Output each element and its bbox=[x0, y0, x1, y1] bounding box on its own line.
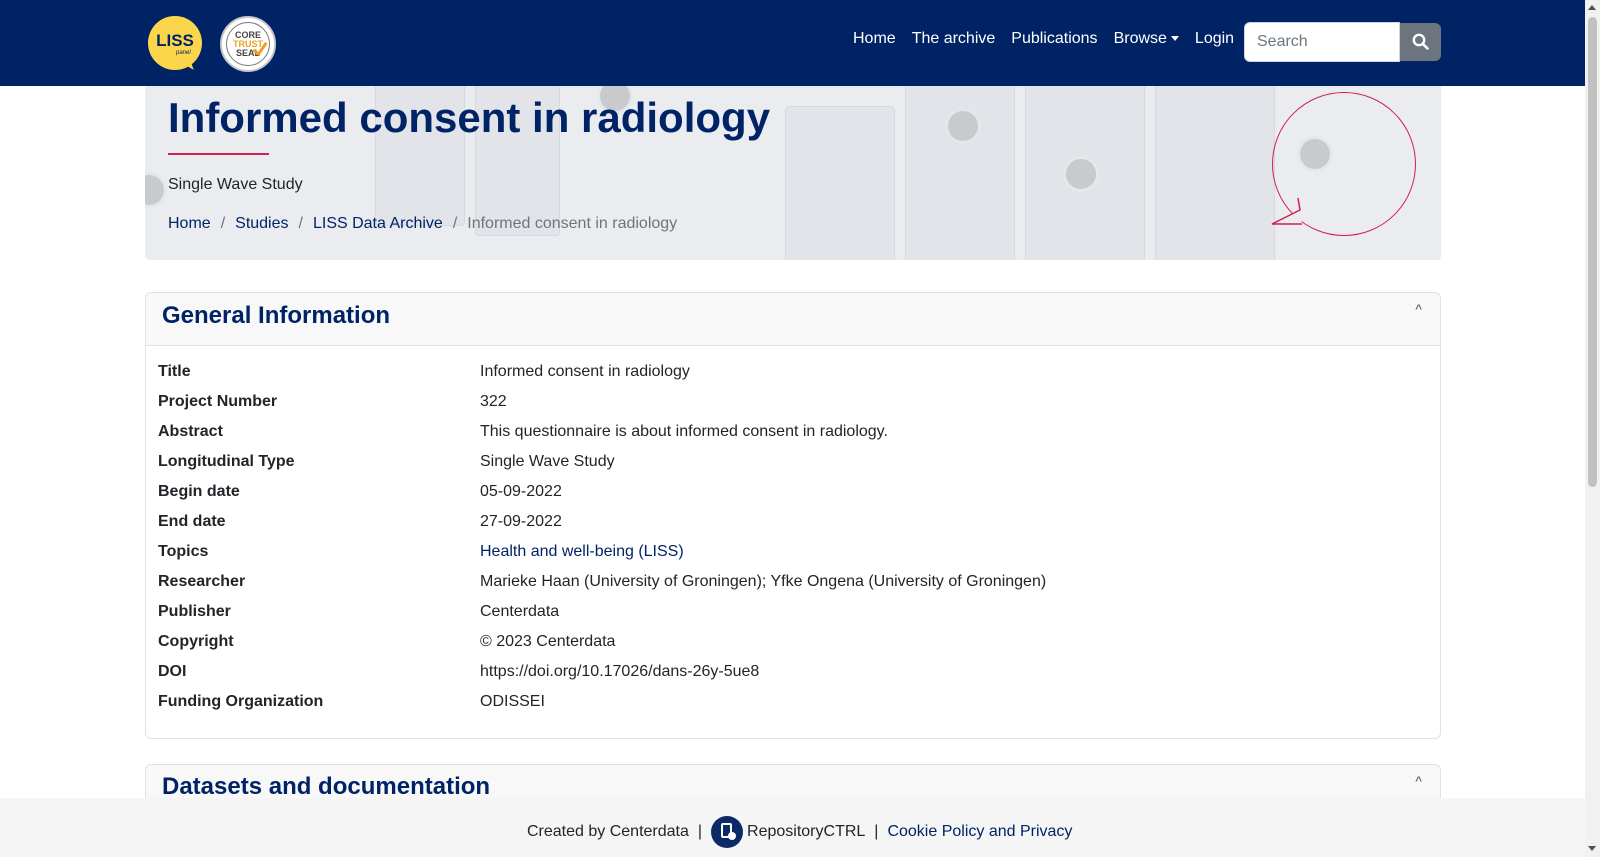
breadcrumb: Home / Studies / LISS Data Archive / Inf… bbox=[168, 215, 677, 233]
datasets-documentation-title: Datasets and documentation bbox=[162, 773, 491, 800]
general-information-card: General Information ^ Title Informed con… bbox=[145, 292, 1441, 739]
breadcrumb-liss-data-archive[interactable]: LISS Data Archive bbox=[313, 215, 443, 233]
info-key: Title bbox=[158, 363, 191, 380]
nav-browse-label: Browse bbox=[1113, 30, 1167, 47]
info-row-doi: DOI https://doi.org/10.17026/dans-26y-5u… bbox=[158, 658, 1428, 688]
info-key: Project Number bbox=[158, 393, 278, 410]
general-information-title: General Information bbox=[162, 302, 391, 329]
info-key: Begin date bbox=[158, 483, 240, 500]
info-value: ODISSEI bbox=[480, 693, 545, 710]
scroll-up-arrow-icon[interactable] bbox=[1588, 5, 1596, 10]
page-header-band: Informed consent in radiology Single Wav… bbox=[145, 86, 1441, 260]
info-value: Informed consent in radiology bbox=[480, 363, 690, 380]
info-row-begin-date: Begin date 05-09-2022 bbox=[158, 478, 1428, 508]
page-subtitle: Single Wave Study bbox=[168, 176, 303, 193]
nav-links: Home The archive Publications Browse Log… bbox=[853, 30, 1250, 48]
footer: Created by Centerdata | RepositoryCTRL |… bbox=[0, 798, 1585, 857]
footer-separator: | bbox=[697, 823, 703, 840]
breadcrumb-separator: / bbox=[452, 215, 458, 232]
info-value: © 2023 Centerdata bbox=[480, 633, 616, 650]
navbar: LISS panel CORE TRUST SEAL Home The arch… bbox=[0, 0, 1585, 86]
info-row-researcher: Researcher Marieke Haan (University of G… bbox=[158, 568, 1428, 598]
background-folder bbox=[785, 106, 895, 260]
background-dot bbox=[1063, 156, 1099, 192]
info-key: Longitudinal Type bbox=[158, 453, 295, 470]
nav-publications[interactable]: Publications bbox=[1011, 30, 1097, 48]
info-row-copyright: Copyright © 2023 Centerdata bbox=[158, 628, 1428, 658]
footer-separator: | bbox=[874, 823, 879, 840]
seal-line-seal: SEAL bbox=[235, 48, 260, 58]
info-row-abstract: Abstract This questionnaire is about inf… bbox=[158, 418, 1428, 448]
general-information-table: Title Informed consent in radiology Proj… bbox=[158, 358, 1428, 718]
info-row-topics: Topics Health and well-being (LISS) bbox=[158, 538, 1428, 568]
general-information-header[interactable]: General Information ^ bbox=[146, 293, 1440, 346]
info-key: Topics bbox=[158, 543, 209, 560]
liss-logo-text: LISS bbox=[156, 31, 194, 50]
liss-logo-subtext: panel bbox=[176, 50, 191, 56]
info-key: Publisher bbox=[158, 603, 231, 620]
scroll-down-arrow-icon[interactable] bbox=[1588, 846, 1596, 851]
info-value: Marieke Haan (University of Groningen); … bbox=[480, 573, 1047, 590]
breadcrumb-current: Informed consent in radiology bbox=[467, 215, 678, 232]
scrollbar-thumb[interactable] bbox=[1588, 17, 1597, 487]
breadcrumb-separator: / bbox=[220, 215, 226, 232]
info-value: 05-09-2022 bbox=[480, 483, 562, 500]
background-folder bbox=[1155, 86, 1275, 260]
footer-product[interactable]: RepositoryCTRL bbox=[747, 823, 865, 841]
info-value: 27-09-2022 bbox=[480, 513, 562, 530]
info-row-funding-organization: Funding Organization ODISSEI bbox=[158, 688, 1428, 718]
cookie-policy-link[interactable]: Cookie Policy and Privacy bbox=[887, 823, 1072, 841]
title-underline bbox=[168, 153, 269, 155]
info-key: Funding Organization bbox=[158, 693, 324, 710]
breadcrumb-separator: / bbox=[298, 215, 303, 232]
repositoryctrl-icon bbox=[711, 816, 744, 848]
info-row-title: Title Informed consent in radiology bbox=[158, 358, 1428, 388]
info-row-publisher: Publisher Centerdata bbox=[158, 598, 1428, 628]
search-icon bbox=[1412, 33, 1429, 50]
info-row-project-number: Project Number 322 bbox=[158, 388, 1428, 418]
speech-bubble-tail bbox=[1271, 197, 1302, 225]
info-row-end-date: End date 27-09-2022 bbox=[158, 508, 1428, 538]
info-key: Researcher bbox=[158, 573, 246, 590]
nav-browse-dropdown[interactable]: Browse bbox=[1114, 30, 1179, 48]
search-button[interactable] bbox=[1400, 23, 1441, 61]
footer-content: Created by Centerdata | RepositoryCTRL |… bbox=[527, 816, 1072, 848]
info-value: Single Wave Study bbox=[480, 453, 615, 470]
info-value: Centerdata bbox=[480, 603, 560, 620]
nav-the-archive[interactable]: The archive bbox=[912, 30, 996, 48]
topic-link[interactable]: Health and well-being (LISS) bbox=[480, 543, 684, 561]
breadcrumb-studies[interactable]: Studies bbox=[235, 215, 288, 233]
info-value: This questionnaire is about informed con… bbox=[480, 423, 888, 440]
breadcrumb-home[interactable]: Home bbox=[168, 215, 211, 233]
info-key: Abstract bbox=[158, 423, 223, 440]
info-value: https://doi.org/10.17026/dans-26y-5ue8 bbox=[480, 663, 760, 680]
chevron-down-icon bbox=[1170, 36, 1179, 42]
info-row-longitudinal-type: Longitudinal Type Single Wave Study bbox=[158, 448, 1428, 478]
search-input[interactable] bbox=[1244, 22, 1400, 62]
page-scrollbar[interactable] bbox=[1585, 0, 1600, 857]
core-trust-seal-logo[interactable]: CORE TRUST SEAL bbox=[220, 16, 276, 72]
info-key: End date bbox=[158, 513, 226, 530]
background-dot bbox=[145, 172, 167, 208]
info-key: DOI bbox=[158, 663, 187, 680]
liss-logo[interactable]: LISS panel bbox=[148, 16, 204, 74]
nav-home[interactable]: Home bbox=[853, 30, 896, 48]
background-dot bbox=[945, 108, 981, 144]
footer-created-by: Created by Centerdata bbox=[527, 823, 689, 840]
nav-login[interactable]: Login bbox=[1195, 30, 1234, 48]
collapse-caret-icon[interactable]: ^ bbox=[1415, 301, 1422, 317]
info-value: 322 bbox=[480, 393, 507, 410]
info-key: Copyright bbox=[158, 633, 234, 650]
collapse-caret-icon[interactable]: ^ bbox=[1415, 773, 1422, 789]
page-title: Informed consent in radiology bbox=[168, 94, 771, 141]
repositoryctrl-icon-badge bbox=[728, 832, 737, 840]
